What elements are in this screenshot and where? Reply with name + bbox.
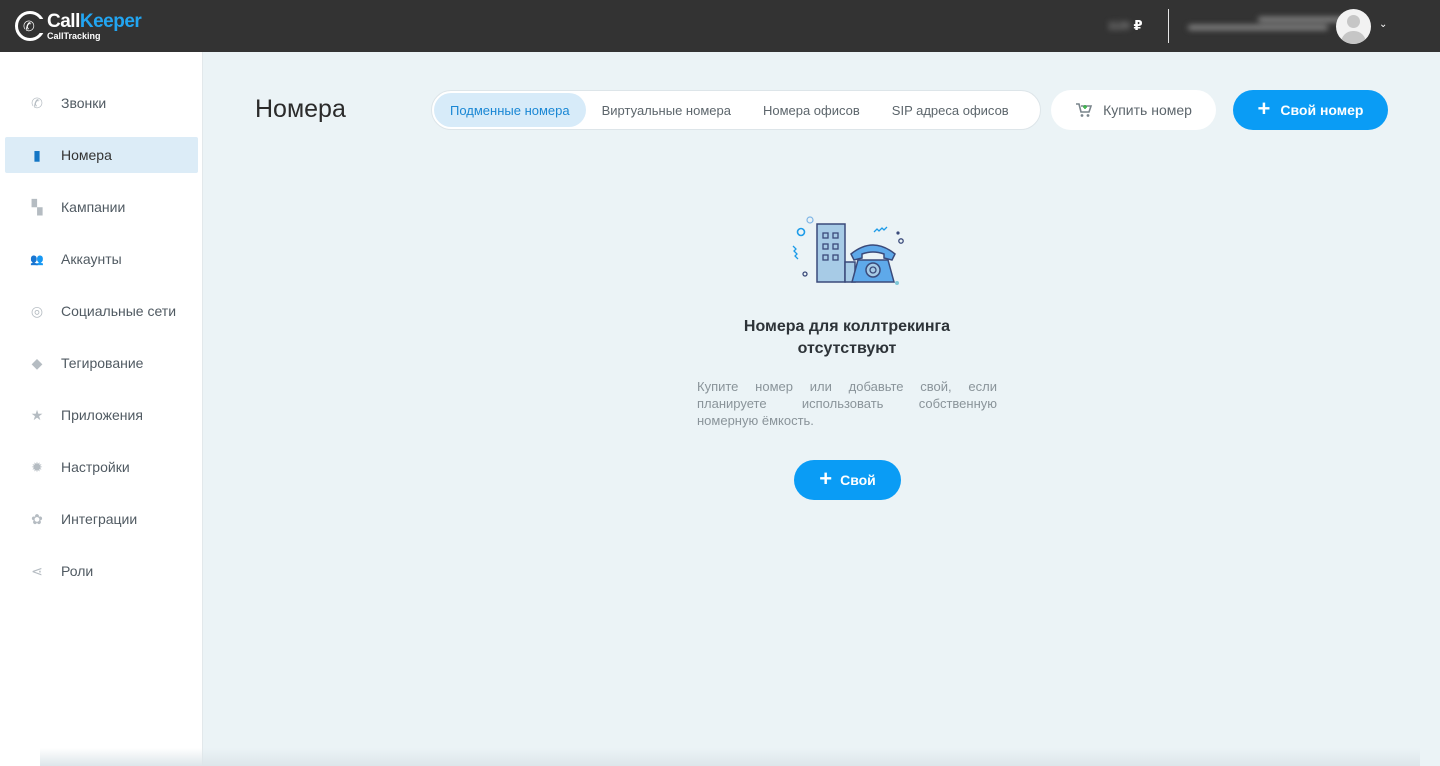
logo-text-keeper: Keeper <box>79 10 142 32</box>
star-icon: ★ <box>30 406 44 423</box>
sidebar-item-label: Звонки <box>61 95 107 111</box>
tab-virtual-numbers[interactable]: Виртуальные номера <box>586 93 747 127</box>
sidebar-item-label: Интеграции <box>61 511 138 527</box>
plus-icon: + <box>1257 96 1271 121</box>
sidebar-item-accounts[interactable]: 👥 Аккаунты <box>5 241 198 277</box>
add-own-number-label: Свой номер <box>1280 102 1364 118</box>
add-own-label: Свой <box>840 472 876 488</box>
add-own-button[interactable]: + Свой <box>794 460 901 500</box>
sidebar-item-label: Роли <box>61 563 94 579</box>
integrations-icon: ✿ <box>31 510 43 527</box>
empty-state-title-line2: отсутствуют <box>797 340 897 357</box>
page-title: Номера <box>255 95 346 123</box>
balance-value: 1120 <box>1108 20 1130 32</box>
gear-icon: ✹ <box>31 458 43 475</box>
share-icon: ⋖ <box>31 562 43 579</box>
plus-icon: + <box>819 466 833 491</box>
sidebar-item-label: Тегирование <box>61 355 144 371</box>
callkeeper-logo[interactable]: ✆ CallKeeper CallTracking <box>15 9 142 43</box>
sidebar-item-settings[interactable]: ✹ Настройки <box>5 449 198 485</box>
tags-icon: ◆ <box>31 354 43 371</box>
account-info[interactable] <box>1188 14 1358 40</box>
empty-state-title: Номера для коллтрекинга отсутствуют <box>697 316 997 360</box>
numbers-book-icon: ▮ <box>33 146 41 163</box>
tab-substitute-numbers[interactable]: Подменные номера <box>434 93 586 127</box>
phone-icon: ✆ <box>31 94 43 111</box>
tab-sip-addresses[interactable]: SIP адреса офисов <box>876 93 1025 127</box>
empty-state-description: Купите номер или добавьте свой, если пла… <box>697 379 997 428</box>
chevron-down-icon[interactable]: ⌄ <box>1379 19 1387 30</box>
sidebar-item-label: Социальные сети <box>61 303 177 319</box>
header-divider <box>1168 9 1169 43</box>
bottom-shadow <box>40 748 1420 766</box>
avatar[interactable] <box>1336 9 1371 44</box>
sidebar-item-label: Номера <box>61 147 112 163</box>
balance[interactable]: 1120 ₽ <box>1108 18 1143 34</box>
sidebar-item-label: Приложения <box>61 407 143 423</box>
buy-number-button[interactable]: Купить номер <box>1051 90 1216 130</box>
sidebar-item-tagging[interactable]: ◆ Тегирование <box>5 345 198 381</box>
add-own-number-button[interactable]: + Свой номер <box>1233 90 1388 130</box>
buy-number-label: Купить номер <box>1103 102 1192 118</box>
sidebar-item-numbers[interactable]: ▮ Номера <box>5 137 198 173</box>
logo-phone-icon: ✆ <box>15 11 47 41</box>
campaigns-icon: ▚ <box>31 198 43 215</box>
sidebar-item-apps[interactable]: ★ Приложения <box>5 397 198 433</box>
number-type-tabs: Подменные номера Виртуальные номера Номе… <box>431 90 1041 130</box>
empty-state-illustration <box>792 216 904 285</box>
currency-symbol: ₽ <box>1133 18 1143 33</box>
sidebar-item-label: Аккаунты <box>61 251 122 267</box>
cart-icon <box>1076 103 1093 117</box>
sidebar-item-integrations[interactable]: ✿ Интеграции <box>5 501 198 537</box>
sidebar-item-calls[interactable]: ✆ Звонки <box>5 85 198 121</box>
top-bar: ✆ CallKeeper CallTracking 1120 ₽ ⌄ <box>0 0 1440 52</box>
sidebar-item-social[interactable]: ◎ Социальные сети <box>5 293 198 329</box>
empty-state-title-line1: Номера для коллтрекинга <box>743 318 951 335</box>
users-icon: 👥 <box>30 253 44 266</box>
sidebar-item-campaigns[interactable]: ▚ Кампании <box>5 189 198 225</box>
globe-icon: ◎ <box>30 302 44 319</box>
logo-text-call: Call <box>47 10 80 32</box>
sidebar: ✆ Звонки ▮ Номера ▚ Кампании 👥 Аккаунты … <box>0 52 203 766</box>
sidebar-item-label: Кампании <box>61 199 126 215</box>
logo-subtitle: CallTracking <box>47 30 101 41</box>
tab-office-numbers[interactable]: Номера офисов <box>747 93 876 127</box>
sidebar-item-label: Настройки <box>61 459 130 475</box>
sidebar-item-roles[interactable]: ⋖ Роли <box>5 553 198 589</box>
